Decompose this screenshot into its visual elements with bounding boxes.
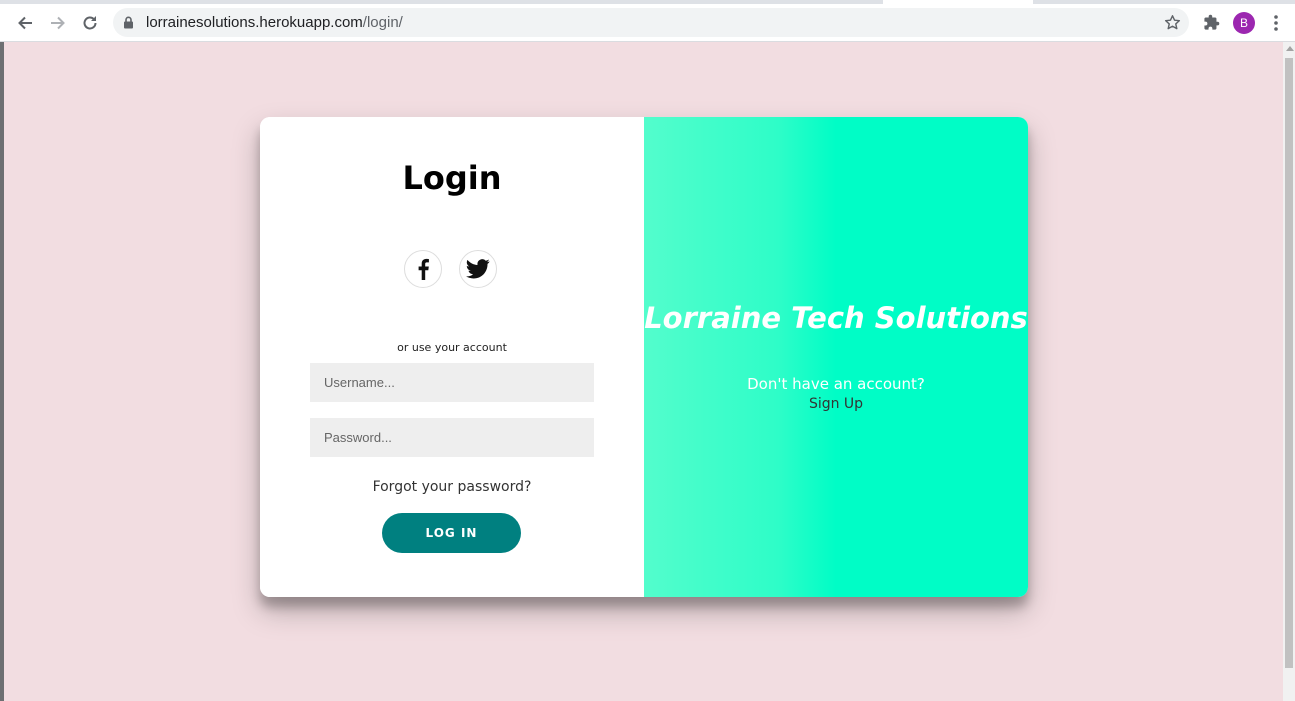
puzzle-icon[interactable] (1203, 14, 1220, 31)
star-icon[interactable] (1164, 14, 1181, 31)
password-input[interactable] (310, 418, 594, 457)
forgot-password-link[interactable]: Forgot your password? (260, 479, 644, 495)
browser-toolbar: lorrainesolutions.herokuapp.com/login/ B (0, 4, 1295, 42)
forward-arrow-icon (51, 16, 65, 30)
login-button[interactable]: Log In (382, 513, 521, 553)
address-bar[interactable]: lorrainesolutions.herokuapp.com/login/ (113, 8, 1189, 37)
sign-in-panel: Login or use your account Forgot your pa… (260, 117, 644, 597)
page-title: Login (402, 159, 502, 197)
facebook-button[interactable] (404, 250, 442, 288)
profile-avatar[interactable]: B (1233, 12, 1255, 34)
url-text[interactable]: lorrainesolutions.herokuapp.com/login/ (146, 14, 403, 31)
facebook-icon (418, 258, 429, 280)
scrollbar-thumb[interactable] (1285, 58, 1293, 668)
username-input[interactable] (310, 363, 594, 402)
sign-up-link[interactable]: Sign Up (644, 396, 1028, 412)
url-path: /login/ (362, 14, 403, 31)
brand-name: Lorraine Tech Solutions (644, 301, 1028, 335)
forward-button[interactable] (45, 10, 71, 36)
twitter-button[interactable] (459, 250, 497, 288)
scroll-up-arrow-icon[interactable] (1286, 45, 1294, 51)
alternative-login-caption: or use your account (397, 341, 507, 354)
twitter-icon (466, 259, 490, 279)
back-button[interactable] (12, 10, 38, 36)
url-host: lorrainesolutions.herokuapp.com (146, 14, 363, 31)
no-account-text: Don't have an account? (747, 375, 925, 393)
back-arrow-icon (18, 16, 32, 30)
lock-icon[interactable] (123, 16, 134, 29)
window-edge (0, 42, 4, 701)
login-card: Login or use your account Forgot your pa… (260, 117, 1028, 597)
reload-button[interactable] (77, 10, 103, 36)
signup-overlay-panel: Lorraine Tech Solutions Don't have an ac… (644, 117, 1028, 597)
kebab-menu-icon[interactable] (1270, 14, 1282, 32)
reload-icon (83, 16, 97, 30)
